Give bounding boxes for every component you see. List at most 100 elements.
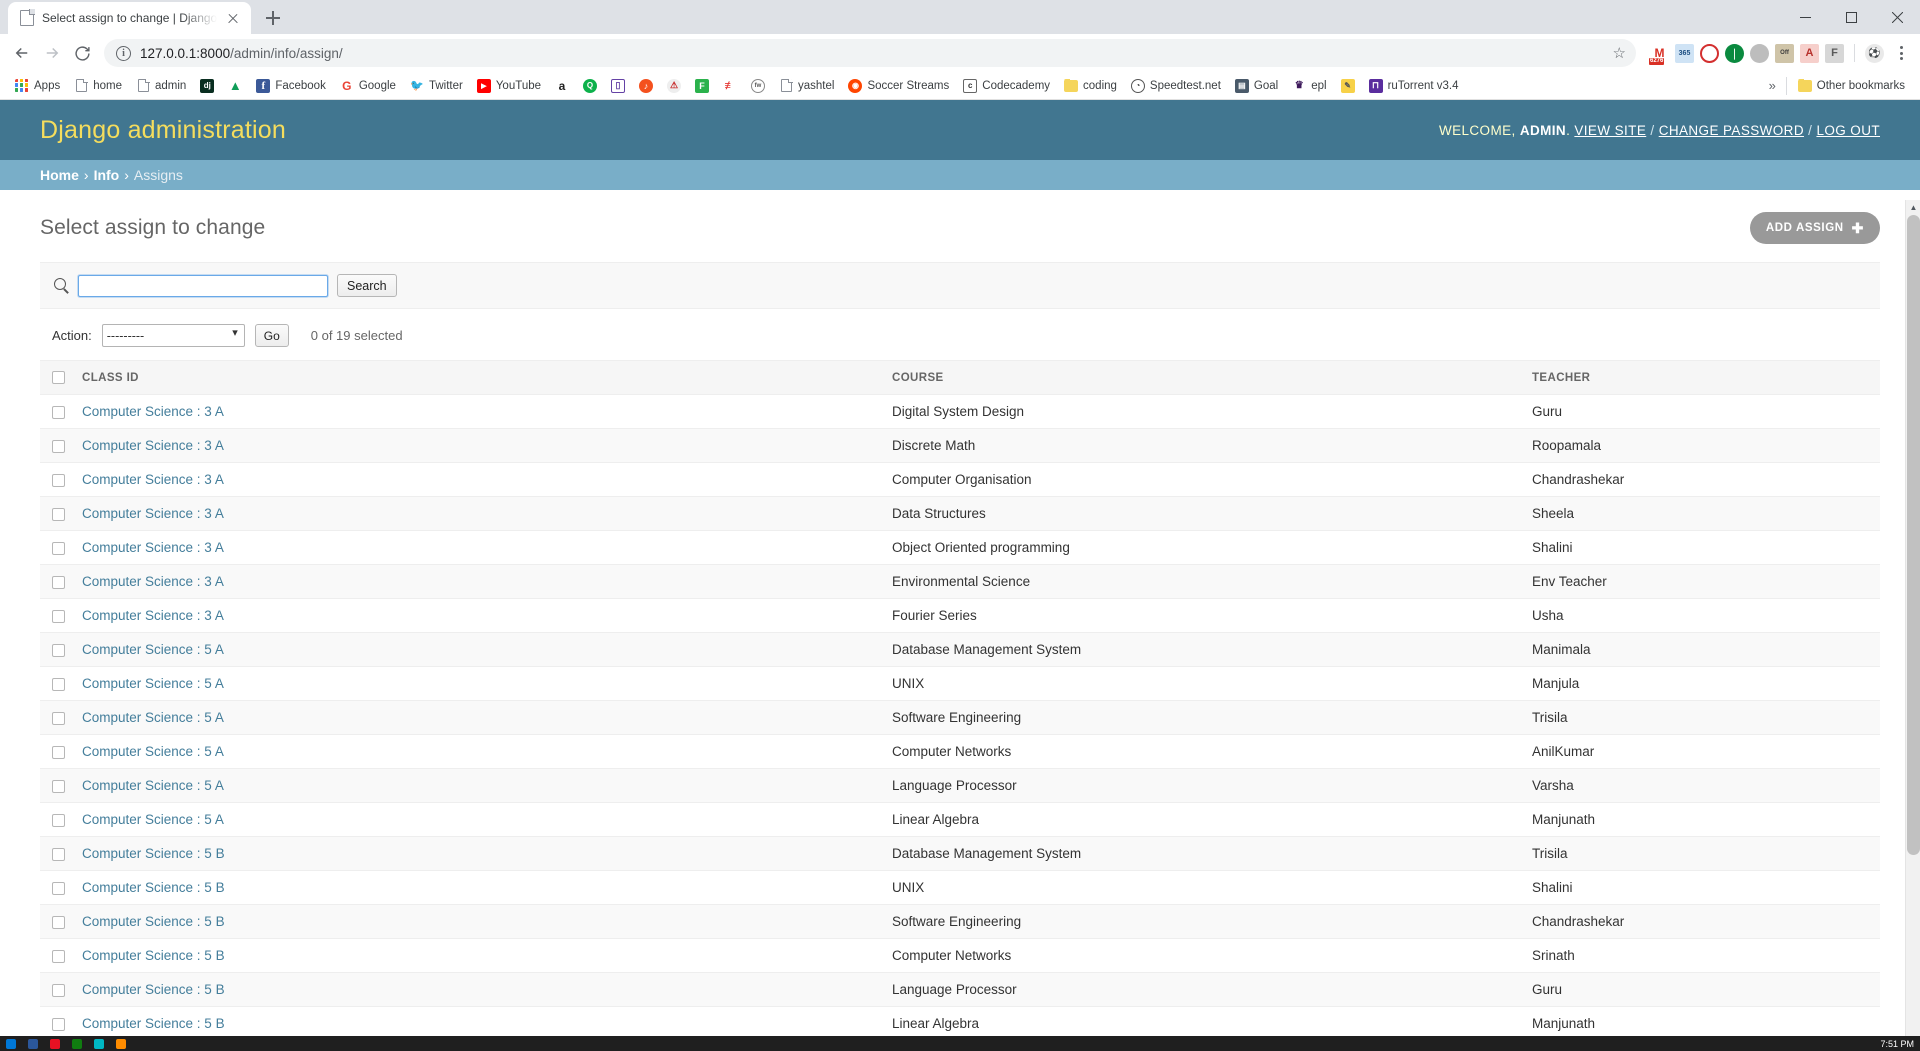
- bookmark-epl[interactable]: ♛ epl: [1285, 76, 1333, 96]
- class-id-link[interactable]: Computer Science : 5 B: [82, 880, 225, 895]
- bookmark-coding[interactable]: coding: [1057, 76, 1124, 96]
- reload-icon[interactable]: [68, 39, 96, 67]
- row-checkbox[interactable]: [52, 881, 65, 895]
- grey-circle-extension-icon[interactable]: [1750, 43, 1769, 63]
- bookmark-yashtel[interactable]: yashtel: [772, 76, 841, 96]
- class-id-link[interactable]: Computer Science : 5 A: [82, 812, 224, 827]
- log-out-link[interactable]: LOG OUT: [1816, 123, 1880, 138]
- bookmark-fw[interactable]: fw: [744, 76, 772, 96]
- bookmark-twitter[interactable]: 🐦 Twitter: [403, 76, 470, 96]
- class-id-link[interactable]: Computer Science : 5 B: [82, 846, 225, 861]
- breadcrumb-home[interactable]: Home: [40, 167, 79, 183]
- new-tab-button[interactable]: [259, 4, 287, 32]
- back-arrow-icon[interactable]: [8, 39, 36, 67]
- change-password-link[interactable]: CHANGE PASSWORD: [1659, 123, 1804, 138]
- row-checkbox[interactable]: [52, 575, 65, 589]
- column-header-course[interactable]: COURSE: [880, 360, 1520, 395]
- browser-tab-active[interactable]: Select assign to change | Django: [8, 2, 252, 34]
- row-checkbox[interactable]: [52, 711, 65, 725]
- class-id-link[interactable]: Computer Science : 5 B: [82, 1016, 225, 1031]
- search-input[interactable]: [77, 273, 329, 298]
- bookmark-horriblesubs[interactable]: ≢: [716, 76, 744, 96]
- onepassword-extension-icon[interactable]: ❘: [1725, 43, 1744, 63]
- class-id-link[interactable]: Computer Science : 3 A: [82, 608, 224, 623]
- football-extension-icon[interactable]: ⚽: [1865, 43, 1884, 63]
- windows-start-icon[interactable]: [6, 1038, 16, 1049]
- taskbar-app-icon[interactable]: [116, 1038, 126, 1049]
- row-checkbox[interactable]: [52, 779, 65, 793]
- row-checkbox[interactable]: [52, 813, 65, 827]
- bookmarks-overflow-icon[interactable]: »: [1763, 78, 1782, 93]
- bookmark-notes[interactable]: ✎: [1334, 76, 1362, 96]
- adblock-extension-icon[interactable]: [1700, 43, 1719, 63]
- action-select-wrapper[interactable]: ---------: [101, 324, 245, 347]
- row-checkbox[interactable]: [52, 643, 65, 657]
- bookmark-hotstar[interactable]: Q: [576, 76, 604, 96]
- bookmark-django[interactable]: dj: [193, 76, 221, 96]
- page-scrollbar[interactable]: ▲: [1905, 200, 1920, 1051]
- trash-extension-icon[interactable]: Off: [1775, 43, 1794, 63]
- adobe-acrobat-extension-icon[interactable]: A: [1800, 43, 1819, 63]
- omnibox[interactable]: i 127.0.0.1:8000/admin/info/assign/ ☆: [104, 39, 1636, 67]
- window-minimize-icon[interactable]: [1782, 0, 1828, 34]
- row-checkbox[interactable]: [52, 609, 65, 623]
- bookmark-feedly[interactable]: F: [688, 76, 716, 96]
- window-close-icon[interactable]: [1874, 0, 1920, 34]
- flash-extension-icon[interactable]: F: [1825, 43, 1844, 63]
- bookmark-twitch[interactable]: ▯: [604, 76, 632, 96]
- breadcrumb-info[interactable]: Info: [94, 167, 120, 183]
- row-checkbox[interactable]: [52, 541, 65, 555]
- bookmark-youtube[interactable]: ▶ YouTube: [470, 76, 548, 96]
- row-checkbox[interactable]: [52, 1017, 65, 1031]
- taskbar-app-icon[interactable]: [72, 1038, 82, 1049]
- class-id-link[interactable]: Computer Science : 5 A: [82, 676, 224, 691]
- bookmark-warning[interactable]: ⚠: [660, 76, 688, 96]
- row-checkbox[interactable]: [52, 847, 65, 861]
- scroll-up-icon[interactable]: ▲: [1906, 200, 1920, 215]
- view-site-link[interactable]: VIEW SITE: [1574, 123, 1646, 138]
- bookmark-goal[interactable]: ▤ Goal: [1228, 76, 1285, 96]
- bookmark-google[interactable]: G Google: [333, 76, 403, 96]
- window-maximize-icon[interactable]: [1828, 0, 1874, 34]
- bookmark-codecademy[interactable]: c Codecademy: [956, 76, 1057, 96]
- row-checkbox[interactable]: [52, 473, 65, 487]
- chrome-menu-icon[interactable]: [1890, 39, 1912, 67]
- class-id-link[interactable]: Computer Science : 3 A: [82, 404, 224, 419]
- page-info-icon[interactable]: i: [116, 45, 131, 61]
- row-checkbox[interactable]: [52, 677, 65, 691]
- class-id-link[interactable]: Computer Science : 5 B: [82, 948, 225, 963]
- scrollbar-thumb[interactable]: [1907, 215, 1920, 855]
- row-checkbox[interactable]: [52, 949, 65, 963]
- site-branding[interactable]: Django administration: [40, 116, 286, 145]
- class-id-link[interactable]: Computer Science : 3 A: [82, 574, 224, 589]
- class-id-link[interactable]: Computer Science : 5 A: [82, 778, 224, 793]
- row-checkbox[interactable]: [52, 507, 65, 521]
- bookmark-home[interactable]: home: [67, 76, 129, 96]
- bookmark-apps[interactable]: Apps: [8, 76, 67, 96]
- column-header-class-id[interactable]: CLASS ID: [70, 360, 880, 395]
- column-header-teacher[interactable]: TEACHER: [1520, 360, 1880, 395]
- bookmark-facebook[interactable]: f Facebook: [249, 76, 333, 96]
- go-button[interactable]: Go: [254, 324, 289, 347]
- class-id-link[interactable]: Computer Science : 3 A: [82, 438, 224, 453]
- bookmark-rutorrent[interactable]: ⊓ ruTorrent v3.4: [1362, 76, 1466, 96]
- class-id-link[interactable]: Computer Science : 3 A: [82, 506, 224, 521]
- bookmark-other-bookmarks[interactable]: Other bookmarks: [1791, 76, 1912, 96]
- tab-close-icon[interactable]: [225, 10, 241, 26]
- bookmark-amazon[interactable]: a: [548, 76, 576, 96]
- bookmark-music[interactable]: ♪: [632, 76, 660, 96]
- class-id-link[interactable]: Computer Science : 3 A: [82, 540, 224, 555]
- class-id-link[interactable]: Computer Science : 5 A: [82, 710, 224, 725]
- class-id-link[interactable]: Computer Science : 5 B: [82, 982, 225, 997]
- gmail-extension-icon[interactable]: M 6276: [1649, 43, 1669, 65]
- bookmark-admin[interactable]: admin: [129, 76, 193, 96]
- taskbar-app-icon[interactable]: [28, 1038, 38, 1049]
- row-checkbox[interactable]: [52, 405, 65, 419]
- class-id-link[interactable]: Computer Science : 5 B: [82, 914, 225, 929]
- row-checkbox[interactable]: [52, 745, 65, 759]
- class-id-link[interactable]: Computer Science : 3 A: [82, 472, 224, 487]
- bookmark-star-icon[interactable]: ☆: [1613, 44, 1626, 62]
- class-id-link[interactable]: Computer Science : 5 A: [82, 744, 224, 759]
- bookmark-speedtest[interactable]: ◔ Speedtest.net: [1124, 76, 1228, 96]
- taskbar-app-icon[interactable]: [94, 1038, 104, 1049]
